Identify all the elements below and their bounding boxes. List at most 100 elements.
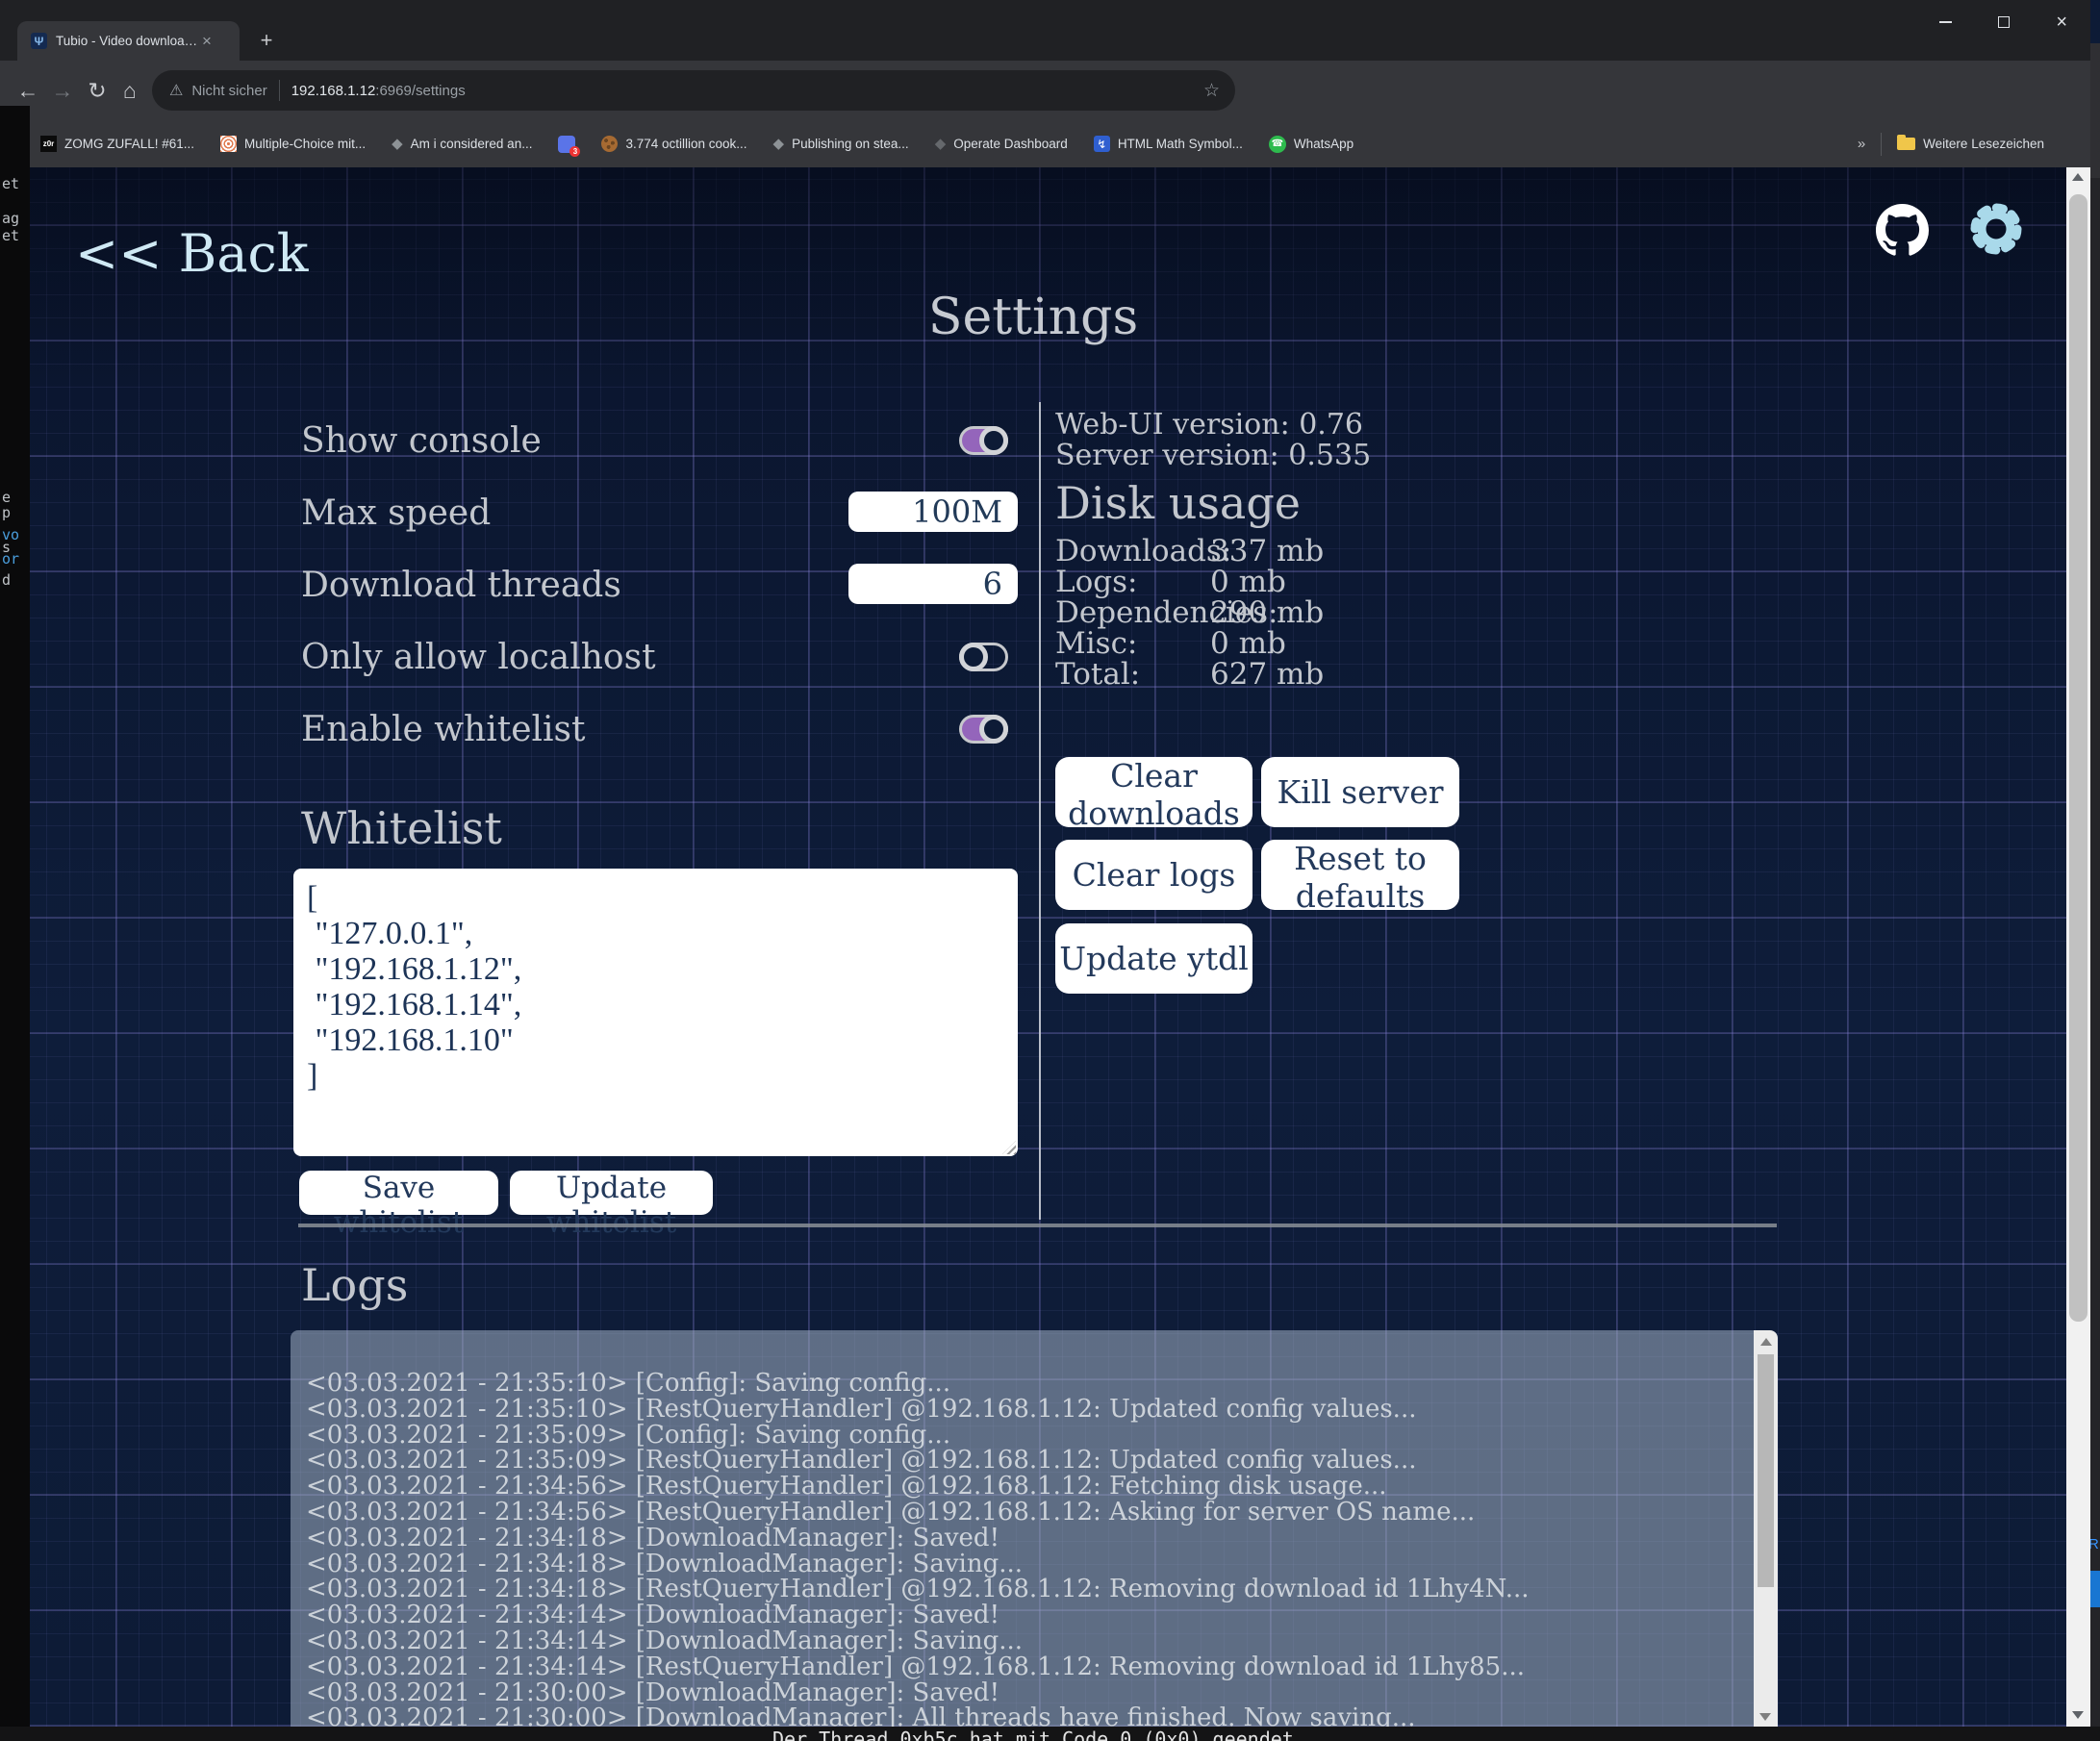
code-fragment: R — [2090, 1536, 2099, 1552]
bookmark-label: Multiple-Choice mit... — [244, 137, 366, 151]
discord-favicon-icon: 3 — [558, 136, 575, 153]
column-divider — [1039, 402, 1041, 1220]
bookmarks-separator — [1881, 133, 1882, 156]
log-entry: <03.03.2021 - 21:34:18> [DownloadManager… — [306, 1526, 1739, 1552]
home-icon[interactable]: ⌂ — [114, 61, 146, 120]
bookmark-multiple-choice[interactable]: Multiple-Choice mit... — [220, 136, 366, 152]
log-entry: <03.03.2021 - 21:34:56> [RestQueryHandle… — [306, 1474, 1739, 1500]
whitelist-heading: Whitelist — [301, 802, 502, 854]
github-icon[interactable] — [1876, 204, 1929, 261]
page-scroll-up-icon[interactable] — [2072, 173, 2084, 181]
minimize-icon[interactable] — [1939, 21, 1952, 23]
disk-row-value: 290 mb — [1210, 595, 1324, 630]
bookmark-star-icon[interactable]: ☆ — [1203, 80, 1220, 102]
update-ytdl-button[interactable]: Update ytdl — [1055, 923, 1252, 994]
address-bar[interactable]: ⚠ Nicht sicher 192.168.1.12 :6969/settin… — [152, 70, 1235, 111]
whitelist-box: [ "127.0.0.1", "192.168.1.12", "192.168.… — [293, 869, 1018, 1156]
reset-defaults-button[interactable]: Reset to defaults — [1261, 840, 1459, 910]
unity-cube-favicon-icon: ◆ — [935, 137, 947, 151]
close-icon[interactable]: × — [2056, 16, 2067, 28]
section-divider — [298, 1224, 1777, 1227]
bookmarks-bar: z0rZOMG ZUFALL! #61... Multiple-Choice m… — [0, 120, 2090, 167]
settings-gear-icon[interactable] — [1966, 199, 2026, 263]
bookmark-html-math[interactable]: ↯HTML Math Symbol... — [1094, 136, 1243, 152]
bookmark-label: Weitere Lesezeichen — [1923, 137, 2044, 151]
page-scroll-down-icon[interactable] — [2072, 1711, 2084, 1719]
cube-favicon-icon: ◆ — [392, 137, 403, 151]
tab-bar: Ψ Tubio - Video downloader × + × — [0, 0, 2090, 61]
setting-label-enable-whitelist: Enable whitelist — [301, 710, 586, 749]
whatsapp-favicon-icon: ☎ — [1269, 136, 1286, 153]
code-fragment: ag — [2, 210, 19, 227]
log-entry: <03.03.2021 - 21:34:14> [DownloadManager… — [306, 1602, 1739, 1628]
bookmark-discord[interactable]: 3 — [558, 136, 575, 153]
bookmark-am-i-considered[interactable]: ◆Am i considered an... — [392, 137, 532, 151]
disk-row-label: Logs: — [1055, 565, 1137, 599]
background-window-left-edge: et ag et e p vo s or d — [0, 106, 30, 1727]
page-title: Settings — [0, 289, 2066, 346]
scroll-up-icon[interactable] — [1760, 1338, 1772, 1346]
show-console-toggle[interactable] — [959, 426, 1008, 455]
bookmark-label: Publishing on stea... — [792, 137, 909, 151]
kill-server-button[interactable]: Kill server — [1261, 757, 1459, 827]
download-threads-input[interactable] — [848, 564, 1018, 604]
save-whitelist-button[interactable]: Save whitelist — [299, 1171, 498, 1215]
forward-icon[interactable]: → — [46, 61, 79, 120]
log-entry: <03.03.2021 - 21:34:18> [RestQueryHandle… — [306, 1577, 1739, 1602]
disk-row-value: 0 mb — [1210, 626, 1286, 661]
back-link[interactable]: << Back — [75, 223, 309, 284]
bookmark-publishing[interactable]: ◆Publishing on stea... — [773, 137, 909, 151]
bookmarks-overflow-icon[interactable]: » — [1858, 136, 1865, 152]
webui-version: Web-UI version: 0.76 — [1055, 408, 1363, 442]
log-entry: <03.03.2021 - 21:34:56> [RestQueryHandle… — [306, 1500, 1739, 1526]
url-path[interactable]: :6969/settings — [375, 83, 465, 99]
bookmark-octillion-cookies[interactable]: 3.774 octillion cook... — [601, 136, 746, 152]
max-speed-input[interactable] — [848, 492, 1018, 532]
url-separator — [279, 80, 280, 101]
bookmark-label: ZOMG ZUFALL! #61... — [64, 137, 194, 151]
bookmark-operate-dashboard[interactable]: ◆Operate Dashboard — [935, 137, 1068, 151]
bookmark-whatsapp[interactable]: ☎ WhatsApp — [1269, 136, 1354, 153]
code-fragment: et — [2, 227, 19, 244]
update-whitelist-button[interactable]: Update whitelist — [510, 1171, 713, 1215]
security-label[interactable]: Nicht sicher — [191, 83, 266, 99]
settings-page: << Back Settings Show console Max speed … — [0, 167, 2090, 1727]
code-fragment: or — [2, 550, 19, 568]
clear-logs-button[interactable]: Clear logs — [1055, 840, 1252, 910]
tab-close-icon[interactable]: × — [202, 32, 212, 51]
logs-panel: <03.03.2021 - 21:35:10> [Config]: Saving… — [291, 1330, 1778, 1727]
log-entry: <03.03.2021 - 21:30:00> [DownloadManager… — [306, 1705, 1739, 1727]
clear-downloads-button[interactable]: Clear downloads — [1055, 757, 1252, 827]
disk-row-value: 627 mb — [1210, 657, 1324, 692]
new-tab-button[interactable]: + — [254, 29, 279, 54]
disk-row-value: 0 mb — [1210, 565, 1286, 599]
bookmarks-right-group: » Weitere Lesezeichen — [1858, 120, 2044, 167]
disk-row-label: Downloads: — [1055, 534, 1231, 568]
not-secure-warning-icon[interactable]: ⚠ — [169, 81, 183, 100]
page-scrollbar-thumb[interactable] — [2069, 194, 2087, 1322]
bookmark-label: 3.774 octillion cook... — [625, 137, 746, 151]
only-localhost-toggle[interactable] — [959, 643, 1008, 671]
disk-usage-title: Disk usage — [1055, 477, 1301, 529]
folder-icon — [1897, 138, 1915, 150]
logs-scrollbar-thumb[interactable] — [1758, 1354, 1774, 1587]
maximize-icon[interactable] — [1998, 16, 2010, 28]
scroll-down-icon[interactable] — [1759, 1713, 1771, 1721]
enable-whitelist-toggle[interactable] — [959, 715, 1008, 744]
browser-tab[interactable]: Ψ Tubio - Video downloader × — [17, 21, 240, 61]
other-bookmarks-folder[interactable]: Weitere Lesezeichen — [1897, 137, 2044, 151]
bookmark-z0r[interactable]: z0rZOMG ZUFALL! #61... — [40, 136, 194, 152]
bookmark-label: WhatsApp — [1294, 137, 1354, 151]
tab-title: Tubio - Video downloader — [56, 34, 200, 48]
logs-scrollbar[interactable] — [1754, 1330, 1778, 1727]
page-scrollbar[interactable] — [2066, 167, 2090, 1727]
whitelist-textarea[interactable]: [ "127.0.0.1", "192.168.1.12", "192.168.… — [293, 869, 1018, 1156]
url-host[interactable]: 192.168.1.12 — [291, 83, 376, 99]
log-entry: <03.03.2021 - 21:30:00> [DownloadManager… — [306, 1680, 1739, 1706]
log-entry: <03.03.2021 - 21:35:09> [RestQueryHandle… — [306, 1448, 1739, 1474]
window-controls: × — [1939, 0, 2081, 43]
disk-row-label: Misc: — [1055, 626, 1137, 661]
reload-icon[interactable]: ↻ — [81, 61, 114, 120]
badge: 3 — [569, 146, 580, 157]
spiral-favicon-icon — [220, 136, 237, 152]
